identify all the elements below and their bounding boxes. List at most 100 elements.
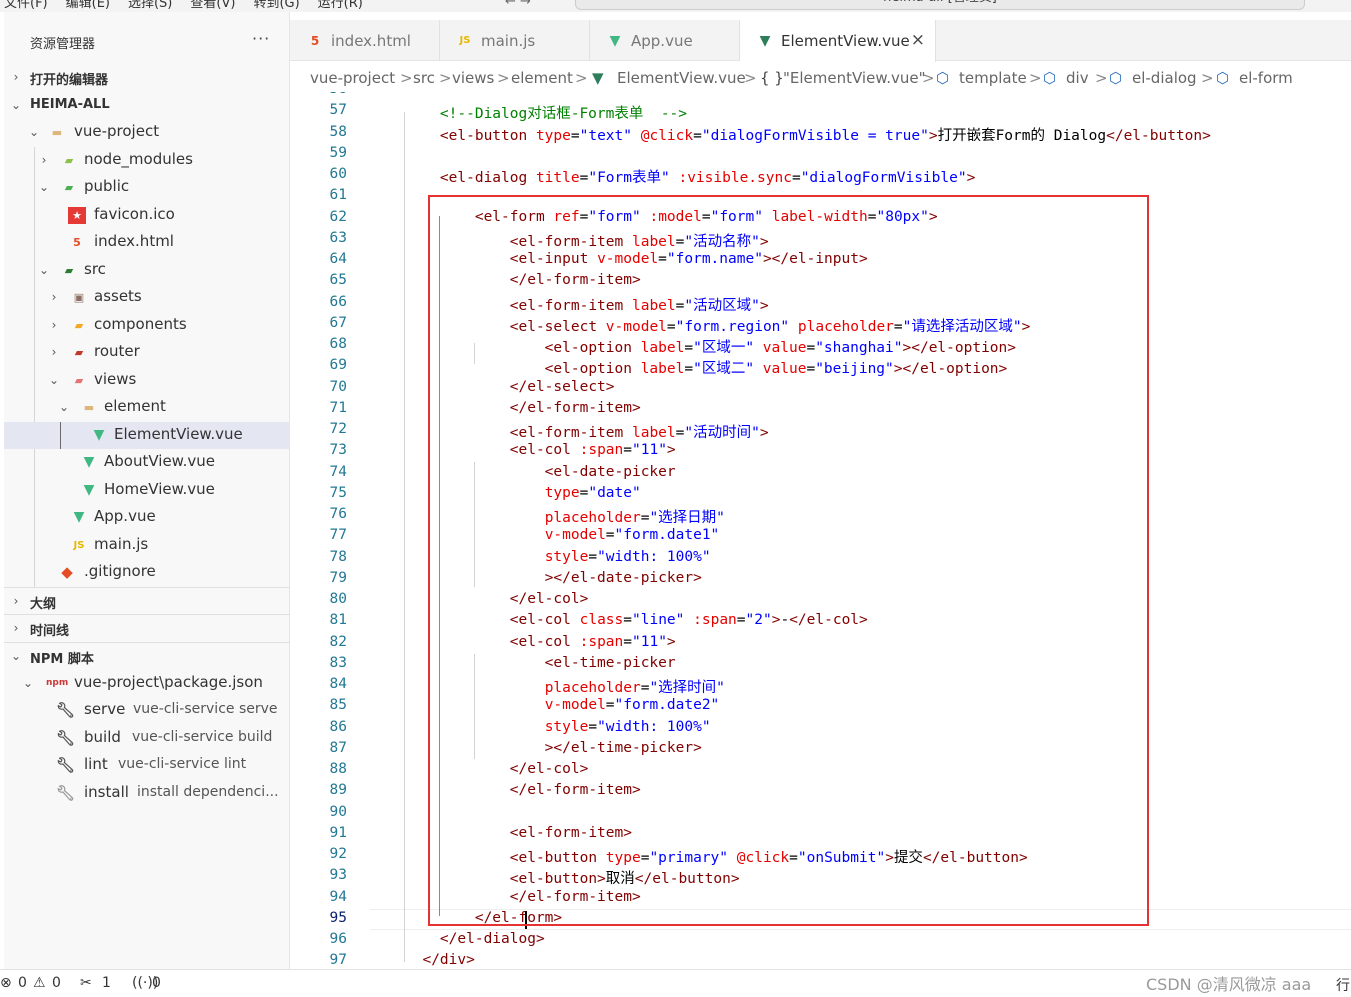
- folder-open-icon: ▬: [83, 401, 95, 414]
- status-right-text[interactable]: 行: [1336, 975, 1350, 995]
- tree-item-components[interactable]: › ▰ components: [4, 312, 290, 339]
- breadcrumb-item[interactable]: src: [413, 69, 435, 87]
- vue-icon: ▼: [759, 33, 771, 49]
- vue-icon: ▼: [609, 33, 621, 49]
- breadcrumb-item[interactable]: "ElementView.vue": [783, 69, 926, 87]
- tree-item-main-js[interactable]: JS main.js: [4, 532, 290, 559]
- menu-go[interactable]: 转到(G): [253, 0, 299, 11]
- nav-arrows[interactable]: ← →: [505, 0, 531, 9]
- tools-icon[interactable]: ✂: [80, 975, 92, 991]
- tree-item-element[interactable]: ⌄ ▬ element: [4, 394, 290, 421]
- line-number: 69: [329, 357, 347, 374]
- tree-item-label: components: [94, 315, 187, 333]
- npm-script-build[interactable]: 🔧︎ build vue-cli-service build: [4, 725, 290, 752]
- menu-selection[interactable]: 选择(S): [128, 0, 172, 11]
- menu-file[interactable]: 文件(F): [4, 0, 48, 11]
- timeline-label: 时间线: [30, 624, 70, 639]
- tree-item-assets[interactable]: › ▣ assets: [4, 284, 290, 311]
- code-editor[interactable]: 56 57 <!--Dialog对话框-Form表单 --> 58 <el-butt…: [290, 92, 1351, 969]
- tab-index-html[interactable]: 5 index.html: [290, 20, 440, 61]
- code-line[interactable]: <el-button type="text" @click="dialogFor…: [405, 124, 1211, 145]
- tree-item-gitignore[interactable]: ◆ .gitignore: [4, 559, 290, 586]
- broadcast-count[interactable]: 0: [152, 975, 161, 991]
- npm-scripts-section[interactable]: ⌄ NPM 脚本: [4, 642, 290, 669]
- breadcrumb-item[interactable]: element: [511, 69, 573, 87]
- tab-main-js[interactable]: JS main.js: [440, 20, 590, 61]
- tab-elementview-vue[interactable]: ▼ ElementView.vue ×: [740, 20, 936, 62]
- npm-script-serve[interactable]: 🔧︎ serve vue-cli-service serve: [4, 697, 290, 724]
- tree-item-vue-project[interactable]: ⌄ ▬ vue-project: [4, 119, 290, 146]
- menu-edit[interactable]: 编辑(E): [66, 0, 110, 11]
- menu-run[interactable]: 运行(R): [318, 0, 363, 11]
- code-line[interactable]: </el-dialog>: [405, 931, 545, 947]
- breadcrumb-item[interactable]: template: [959, 69, 1027, 87]
- components-folder-icon: ▰: [74, 319, 84, 332]
- menu-view[interactable]: 查看(V): [190, 0, 235, 11]
- breadcrumb-item[interactable]: el-dialog: [1132, 69, 1197, 87]
- code-line[interactable]: <!--Dialog对话框-Form表单 -->: [405, 102, 687, 123]
- explorer-header: 资源管理器 ···: [4, 26, 290, 56]
- breadcrumb-separator: >: [922, 69, 935, 87]
- cube-icon: ⬡: [1216, 69, 1230, 87]
- star-icon: ★: [68, 207, 86, 224]
- chevron-right-icon: ›: [13, 621, 19, 635]
- chevron-down-icon: ⌄: [10, 98, 22, 112]
- npm-script-lint[interactable]: 🔧︎ lint vue-cli-service lint: [4, 752, 290, 779]
- breadcrumb-item[interactable]: vue-project: [310, 69, 395, 87]
- code-line[interactable]: </div>: [405, 952, 474, 968]
- line-number: 73: [329, 442, 347, 459]
- line-number: 95: [329, 909, 347, 926]
- breadcrumb-item[interactable]: div: [1066, 69, 1089, 87]
- code-line[interactable]: <el-dialog title="Form表单" :visible.sync=…: [405, 166, 975, 187]
- line-number: 88: [329, 761, 347, 777]
- tree-item-favicon[interactable]: ★ favicon.ico: [4, 202, 290, 229]
- tree-item-node-modules[interactable]: › ▰ node_modules: [4, 147, 290, 174]
- error-count[interactable]: 0: [18, 975, 27, 991]
- js-icon: JS: [73, 540, 85, 551]
- chevron-right-icon: ›: [13, 594, 19, 608]
- warning-icon[interactable]: ⚠: [33, 975, 46, 991]
- tree-item-elementview[interactable]: ▼ ElementView.vue: [4, 422, 290, 449]
- tree-item-label: favicon.ico: [94, 205, 175, 223]
- warning-count[interactable]: 0: [52, 975, 61, 991]
- tree-item-views[interactable]: ⌄ ▰ views: [4, 367, 290, 394]
- tree-item-app-vue[interactable]: ▼ App.vue: [4, 504, 290, 531]
- explorer-title: 资源管理器: [30, 37, 96, 52]
- tree-item-index-html[interactable]: 5 index.html: [4, 229, 290, 256]
- breadcrumb-separator: >: [1095, 69, 1108, 87]
- command-center[interactable]: heima-all [管理员]: [575, 0, 1305, 10]
- more-actions-icon[interactable]: ···: [252, 29, 270, 48]
- npm-package-item[interactable]: ⌄ npm vue-project\package.json: [4, 670, 290, 697]
- workspace-section[interactable]: ⌄ HEIMA-ALL: [4, 92, 290, 119]
- tree-item-label: public: [84, 177, 130, 195]
- breadcrumb-separator: >: [497, 69, 510, 87]
- line-number: 78: [329, 548, 347, 565]
- line-number: 72: [329, 421, 347, 437]
- npm-script-install[interactable]: 🔧︎ install install dependenci...: [4, 780, 290, 807]
- tree-item-public[interactable]: ⌄ ▰ public: [4, 174, 290, 201]
- tree-item-router[interactable]: › ▰ router: [4, 339, 290, 366]
- npm-package-label: vue-project\package.json: [74, 673, 263, 691]
- tab-app-vue[interactable]: ▼ App.vue: [590, 20, 740, 61]
- timeline-section[interactable]: › 时间线: [4, 614, 290, 641]
- tree-item-homeview[interactable]: ▼ HomeView.vue: [4, 477, 290, 504]
- error-icon[interactable]: ⊗: [0, 975, 12, 991]
- tab-label: ElementView.vue: [781, 32, 910, 50]
- breadcrumb-item[interactable]: views: [452, 69, 494, 87]
- breadcrumb-item[interactable]: el-form: [1239, 69, 1293, 87]
- chevron-down-icon: ⌄: [28, 125, 40, 139]
- script-name: build: [84, 728, 121, 746]
- tree-item-aboutview[interactable]: ▼ AboutView.vue: [4, 449, 290, 476]
- tree-item-src[interactable]: ⌄ ▰ src: [4, 257, 290, 284]
- open-editors-section[interactable]: › 打开的编辑器: [4, 64, 290, 91]
- close-icon[interactable]: ×: [911, 30, 925, 50]
- wrench-icon: 🔧︎: [56, 701, 76, 719]
- ports-count[interactable]: 1: [102, 975, 111, 991]
- line-number: 59: [329, 144, 347, 161]
- breadcrumb-item[interactable]: ElementView.vue: [617, 69, 746, 87]
- tree-item-label: HomeView.vue: [104, 480, 215, 498]
- tree-item-label: src: [84, 260, 106, 278]
- line-number: 66: [329, 293, 347, 310]
- watermark: CSDN @清风微凉 aaa: [1146, 975, 1312, 994]
- outline-section[interactable]: › 大纲: [4, 587, 290, 614]
